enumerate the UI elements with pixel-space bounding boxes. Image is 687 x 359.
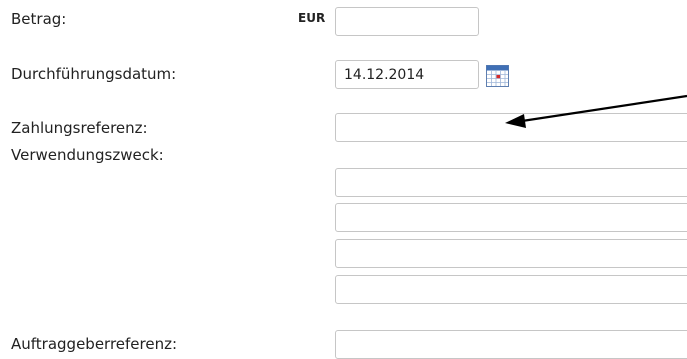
amount-input[interactable] — [335, 7, 479, 36]
purpose-line-4-input[interactable] — [335, 275, 687, 304]
originator-reference-input[interactable] — [335, 330, 687, 359]
purpose-line-1-input[interactable] — [335, 168, 687, 197]
execution-date-input[interactable] — [335, 60, 479, 89]
purpose-line-3-input[interactable] — [335, 239, 687, 268]
payment-reference-label: Zahlungsreferenz: — [11, 119, 148, 137]
purpose-label: Verwendungszweck: — [11, 146, 164, 164]
originator-reference-label: Auftraggeberreferenz: — [11, 335, 178, 353]
amount-label: Betrag: — [11, 10, 67, 28]
execution-date-label: Durchführungsdatum: — [11, 65, 177, 83]
calendar-icon[interactable] — [485, 63, 510, 88]
payment-reference-input[interactable] — [335, 113, 687, 142]
purpose-line-2-input[interactable] — [335, 203, 687, 232]
currency-label: EUR — [298, 11, 326, 25]
